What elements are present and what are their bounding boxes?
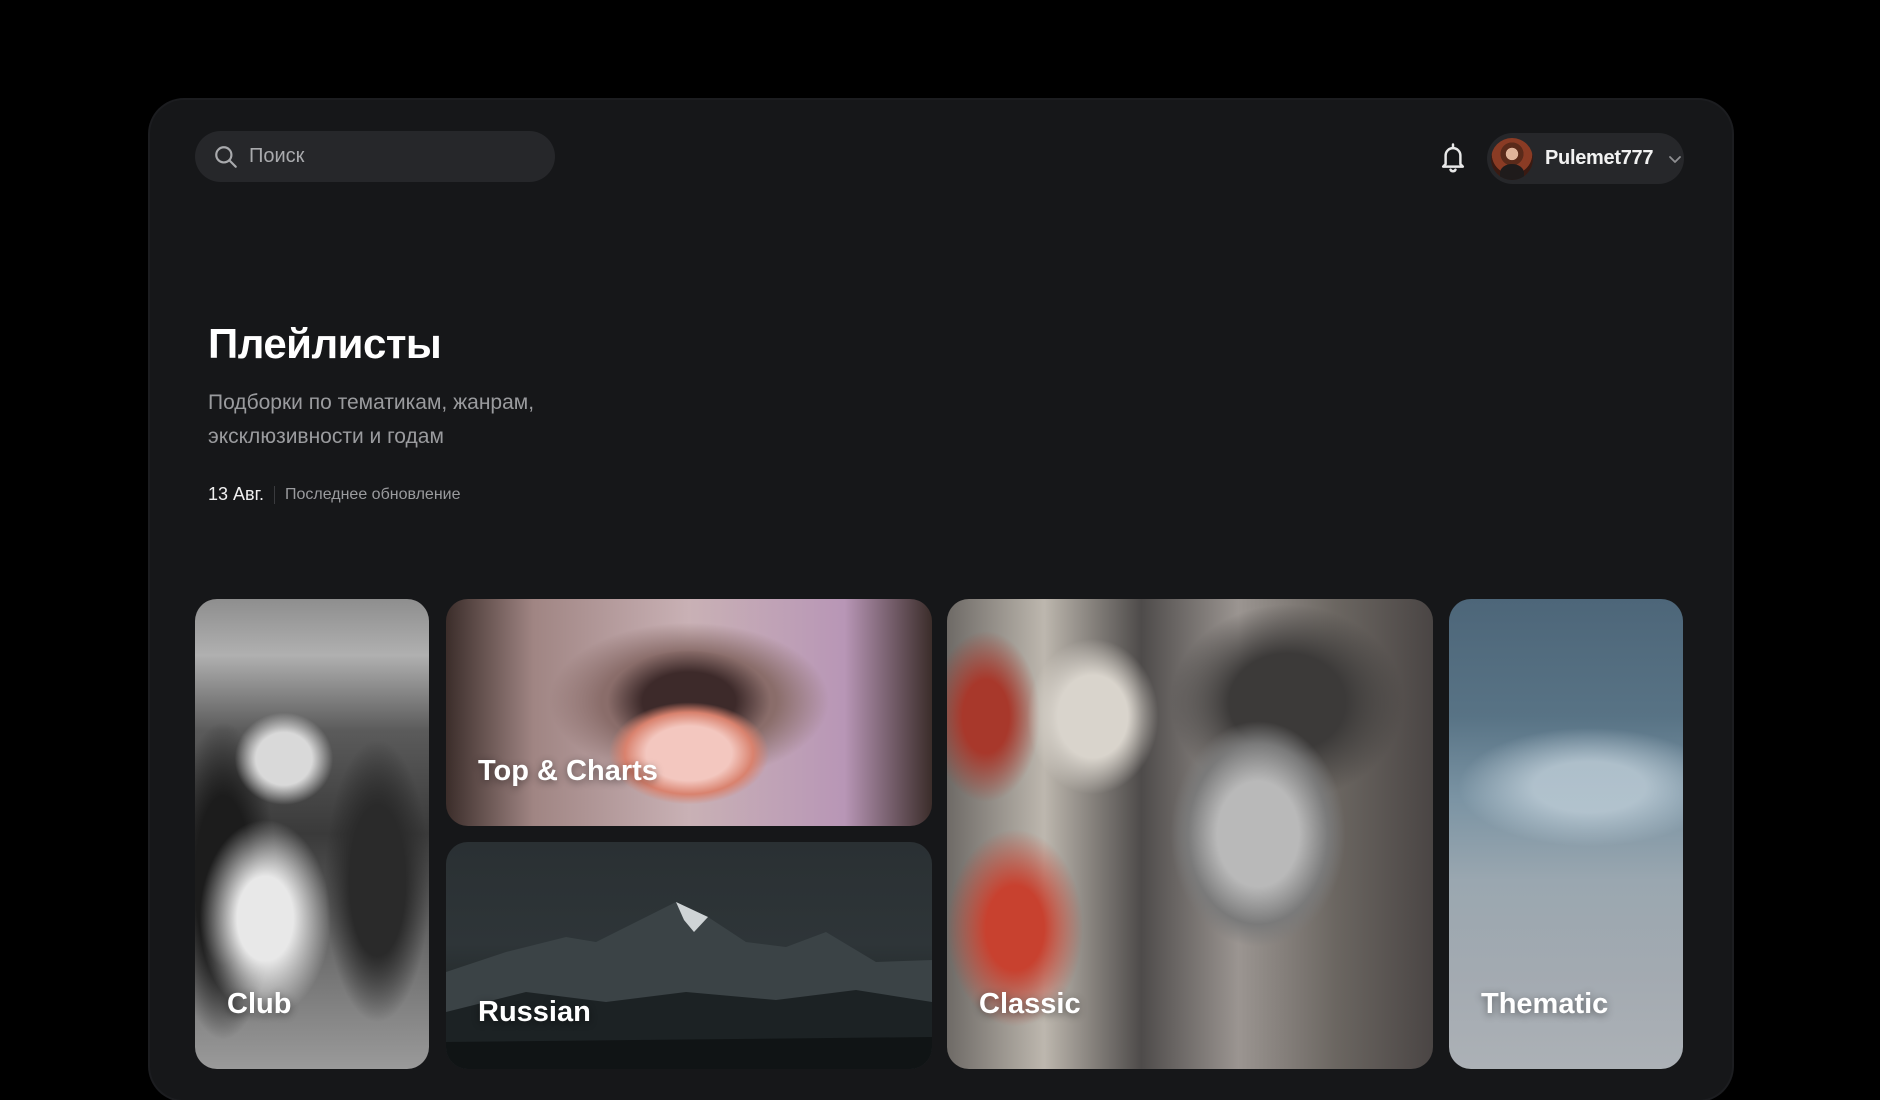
- playlist-card-classic[interactable]: Classic: [947, 599, 1433, 1069]
- chevron-down-icon: [1669, 155, 1682, 163]
- mountain-illustration: [446, 902, 932, 1069]
- search-bar[interactable]: [195, 131, 555, 182]
- update-date: 13 Авг.: [208, 484, 264, 504]
- user-menu[interactable]: Pulemet777: [1487, 133, 1684, 184]
- playlist-card-top-charts[interactable]: Top & Charts: [446, 599, 932, 826]
- update-label: Последнее обновление: [284, 485, 461, 503]
- card-label: Top & Charts: [478, 755, 658, 787]
- search-icon: [215, 145, 237, 168]
- page-title: Плейлисты: [208, 320, 442, 367]
- playlist-card-thematic[interactable]: Thematic: [1449, 599, 1683, 1069]
- update-divider: [273, 485, 275, 504]
- card-label: Club: [227, 988, 292, 1020]
- playlist-card-russian[interactable]: Russian: [446, 842, 932, 1069]
- avatar: [1491, 137, 1533, 180]
- card-label: Russian: [478, 996, 591, 1028]
- username: Pulemet777: [1545, 147, 1654, 169]
- bell-icon[interactable]: [1438, 142, 1468, 174]
- page-subtitle: Подборки по тематикам, жанрам, эксклюзив…: [208, 391, 535, 448]
- card-label: Classic: [979, 988, 1081, 1020]
- update-info: 13 Авг. Последнее обновление: [208, 484, 461, 505]
- card-label: Thematic: [1481, 988, 1609, 1020]
- app-window: Pulemet777 Плейлисты Подборки по тематик…: [150, 100, 1732, 1100]
- playlist-card-club[interactable]: Club: [195, 599, 429, 1069]
- search-input[interactable]: [249, 145, 555, 168]
